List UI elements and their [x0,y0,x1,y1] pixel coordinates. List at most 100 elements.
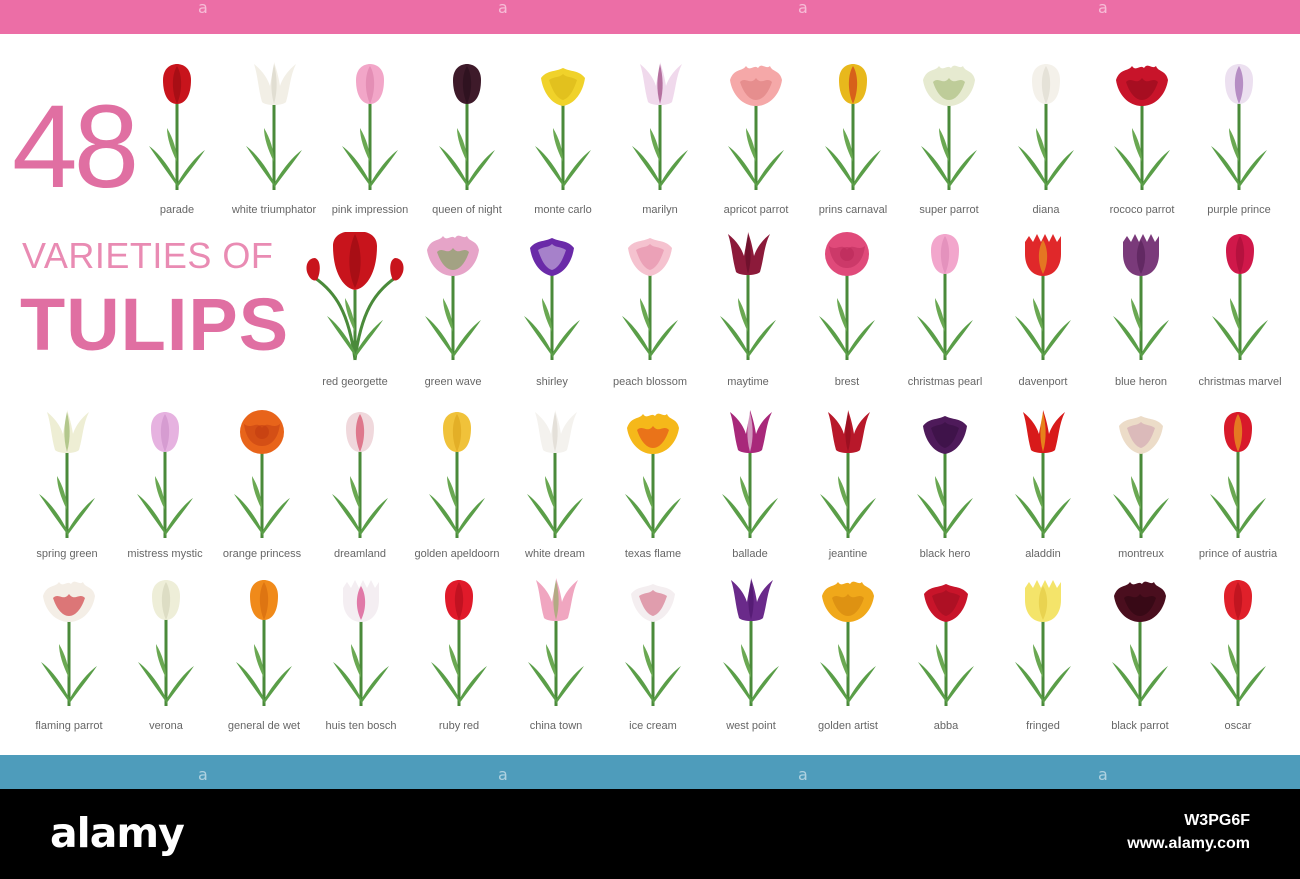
footer-url: www.alamy.com [1127,835,1250,852]
tulip-illustration [723,578,779,706]
flower-head [1114,581,1166,622]
tulip-card: texas flame [603,410,703,570]
tulip-illustration [234,410,290,538]
tulip-illustration [622,238,678,360]
tulip-illustration [1212,234,1268,360]
tulip-card: china town [506,578,606,738]
leaf-right [166,666,194,704]
watermark-mark: a [798,765,808,784]
tulip-card: super parrot [899,62,999,222]
tulip-card: mistress mystic [115,410,215,570]
subtitle: VARIETIES OF [22,235,274,276]
tulip-illustration [429,412,485,538]
leaf-right [1141,320,1169,358]
tulip-card: ruby red [409,578,509,738]
tulip-name: oscar [1224,720,1252,732]
tulip-card: davenport [993,232,1093,392]
leaf-right [945,498,973,536]
leaf-right [748,320,776,358]
image-id: W3PG6F [1184,812,1250,829]
flower-head [728,232,770,275]
tulip-illustration [425,235,481,360]
watermark-mark: a [198,765,208,784]
tulip-name: prince of austria [1198,548,1278,560]
tulip-card: dreamland [310,410,410,570]
tulip-card: christmas pearl [895,232,995,392]
tulip-illustration [439,64,495,190]
tulip-card: diana [996,62,1096,222]
tulip-illustration [917,234,973,360]
flower-head [453,64,481,104]
leaf-right [361,666,389,704]
tulip-illustration [921,65,977,190]
tulip-card: oscar [1188,578,1288,738]
flower-head [47,410,89,453]
tulip-card: queen of night [417,62,517,222]
tulip-illustration [149,64,205,190]
tulip-card: golden apeldoorn [407,410,507,570]
leaf-right [563,150,591,188]
leaf-right [552,320,580,358]
tulip-card: black hero [895,410,995,570]
leaf-right [853,150,881,188]
leaf-right [262,498,290,536]
leaf-right [274,150,302,188]
flower-head [1226,234,1254,274]
tulip-illustration [728,65,784,190]
watermark-mark: a [1098,765,1108,784]
tulip-illustration [625,584,681,706]
leaf-right [847,320,875,358]
flower-head [151,412,179,452]
tulip-card: verona [116,578,216,738]
flower-head [730,65,782,106]
tulip-illustration [332,412,388,538]
watermark-mark: a [498,765,508,784]
tulip-illustration [1015,234,1071,360]
tulip-card: marilyn [610,62,710,222]
flower-head [1116,65,1168,106]
flower-head [731,578,773,621]
flower-head [163,64,191,104]
leaf-right [1238,498,1266,536]
tulip-illustration [342,64,398,190]
flower-head [254,62,296,105]
leaf-right [1239,150,1267,188]
leaf-right [949,150,977,188]
flower-head [822,581,874,622]
tulip-card: jeantine [798,410,898,570]
flower-head [839,64,867,104]
flower-head [1225,64,1253,104]
tulip-illustration [1015,580,1071,706]
tulip-illustration [1018,64,1074,190]
leaf-right [1238,666,1266,704]
leaf-right [459,666,487,704]
flower-head [1224,580,1252,620]
flower-head [628,238,672,276]
tulip-illustration [527,410,583,538]
tulip-illustration [722,410,778,538]
tulip-illustration [1211,64,1267,190]
tulip-card: orange princess [212,410,312,570]
tulip-illustration [720,232,776,360]
tulip-card: white triumphator [224,62,324,222]
tulip-card: black parrot [1090,578,1190,738]
page-title: TULIPS [20,283,290,366]
tulip-card: west point [701,578,801,738]
flower-head [535,410,577,453]
tulip-card: apricot parrot [706,62,806,222]
tulip-card: purple prince [1189,62,1289,222]
tulip-card: abba [896,578,996,738]
tulip-card: red georgette [305,232,405,392]
tulip-illustration [1113,234,1169,360]
flower-head [828,410,870,453]
tulip-illustration [820,581,876,706]
tulip-card: shirley [502,232,602,392]
flower-head [250,580,278,620]
leaf-right [264,666,292,704]
tulip-illustration [1112,581,1168,706]
tulip-illustration [41,581,97,706]
leaf-right [69,666,97,704]
leaf-right [650,320,678,358]
tulip-card: flaming parrot [19,578,119,738]
tulip-illustration [246,62,302,190]
